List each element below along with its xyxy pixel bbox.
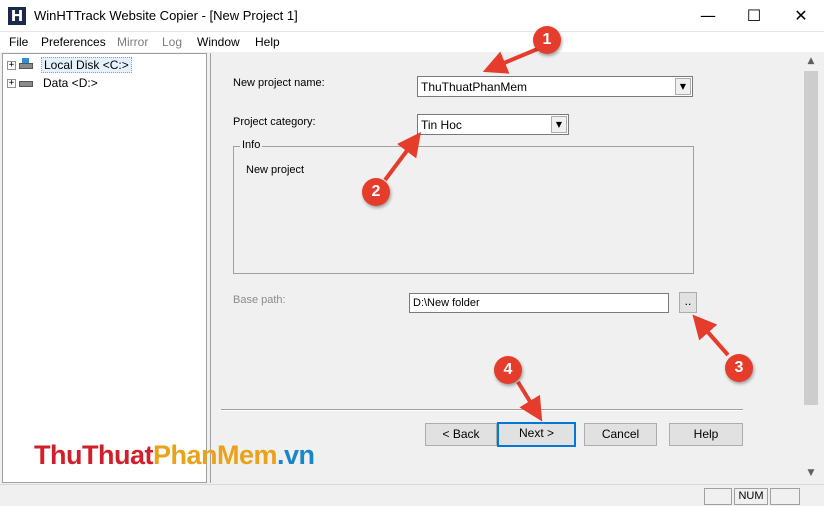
tree-item-label: Data <D:> <box>43 76 98 90</box>
drive-icon <box>19 78 35 88</box>
scroll-down-icon[interactable]: ▼ <box>802 465 820 482</box>
project-category-label: Project category: <box>233 116 316 128</box>
info-groupbox: Info New project <box>233 139 694 274</box>
status-pane-empty <box>770 488 800 505</box>
minimize-button[interactable]: — <box>685 0 731 32</box>
app-icon: H <box>8 7 26 25</box>
watermark-logo: ThuThuatPhanMem.vn <box>34 440 315 471</box>
tree-item-data[interactable]: + Data <D:> <box>7 75 100 91</box>
close-button[interactable]: ✕ <box>778 0 824 32</box>
menu-log[interactable]: Log <box>162 35 182 49</box>
base-path-input[interactable]: D:\New folder <box>409 293 669 313</box>
menu-bar: File Preferences Mirror Log Window Help <box>0 32 824 52</box>
window-title: WinHTTrack Website Copier - [New Project… <box>34 8 298 23</box>
status-bar: NUM <box>0 484 824 506</box>
expand-icon[interactable]: + <box>7 60 16 70</box>
annotation-badge-2: 2 <box>362 178 390 206</box>
menu-mirror[interactable]: Mirror <box>117 35 148 49</box>
watermark-part2: PhanMem <box>152 440 278 470</box>
watermark-part1: ThuThuat <box>34 440 153 470</box>
status-pane-empty <box>704 488 732 505</box>
annotation-badge-3: 3 <box>725 354 753 382</box>
project-name-combo[interactable]: ThuThuatPhanMem ▼ <box>417 76 693 97</box>
windows-drive-icon <box>19 58 35 70</box>
expand-icon[interactable]: + <box>7 78 16 88</box>
project-category-value: Tin Hoc <box>421 118 462 132</box>
tree-item-local-disk[interactable]: + Local Disk <C:> <box>7 57 132 73</box>
separator <box>221 409 743 411</box>
menu-file[interactable]: File <box>9 35 28 49</box>
maximize-button[interactable]: ☐ <box>731 0 777 32</box>
next-button[interactable]: Next > <box>497 422 576 447</box>
browse-button[interactable]: .. <box>679 292 697 313</box>
base-path-label: Base path: <box>233 294 286 306</box>
chevron-down-icon[interactable]: ▼ <box>551 116 567 133</box>
scroll-up-icon[interactable]: ▲ <box>802 53 820 70</box>
back-button[interactable]: < Back <box>425 423 497 446</box>
annotation-badge-4: 4 <box>494 356 522 384</box>
drive-tree: + Local Disk <C:> + Data <D:> <box>2 53 207 483</box>
tree-item-label: Local Disk <C:> <box>41 57 132 73</box>
project-name-value: ThuThuatPhanMem <box>421 80 528 94</box>
menu-help[interactable]: Help <box>255 35 280 49</box>
scroll-thumb[interactable] <box>804 71 818 405</box>
menu-preferences[interactable]: Preferences <box>41 35 106 49</box>
cancel-button[interactable]: Cancel <box>584 423 657 446</box>
info-text: New project <box>246 164 305 176</box>
title-bar: H WinHTTrack Website Copier - [New Proje… <box>0 0 824 32</box>
project-category-combo[interactable]: Tin Hoc ▼ <box>417 114 569 135</box>
chevron-down-icon[interactable]: ▼ <box>675 78 691 95</box>
vertical-scrollbar[interactable]: ▲ ▼ <box>802 53 820 483</box>
info-legend: Info <box>240 139 263 151</box>
project-name-label: New project name: <box>233 77 325 89</box>
help-button[interactable]: Help <box>669 423 743 446</box>
base-path-value: D:\New folder <box>413 297 480 309</box>
watermark-part3: .vn <box>277 440 315 470</box>
menu-window[interactable]: Window <box>197 35 240 49</box>
status-num: NUM <box>734 488 768 505</box>
annotation-badge-1: 1 <box>533 26 561 54</box>
